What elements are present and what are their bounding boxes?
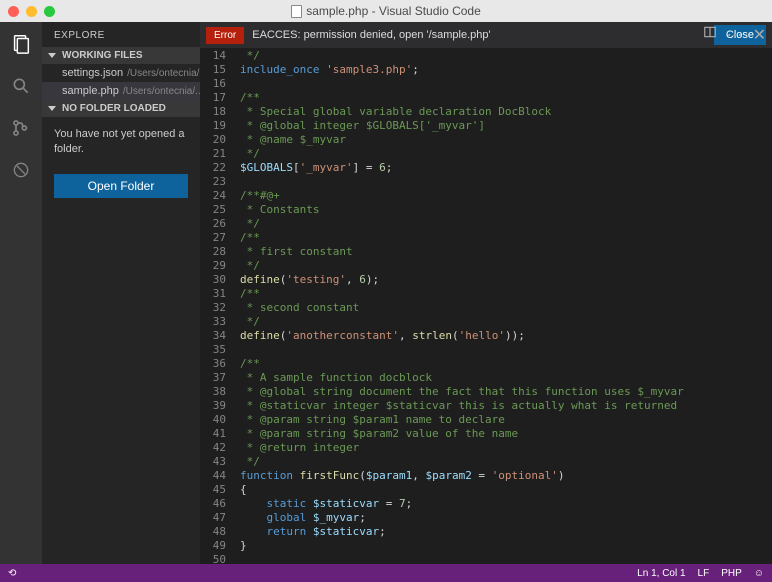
cursor-position[interactable]: Ln 1, Col 1 bbox=[637, 568, 685, 579]
file-icon bbox=[291, 5, 302, 18]
line-gutter: 1415161718192021222324252627282930313233… bbox=[200, 48, 240, 564]
feedback-icon[interactable]: ☺ bbox=[754, 568, 764, 579]
eol-indicator[interactable]: LF bbox=[698, 568, 710, 579]
close-editor-icon[interactable]: ✕ bbox=[753, 25, 766, 45]
code-area[interactable]: 1415161718192021222324252627282930313233… bbox=[200, 48, 772, 564]
chevron-down-icon bbox=[48, 106, 56, 111]
status-bar: ⟲ Ln 1, Col 1 LF PHP ☺ bbox=[0, 564, 772, 582]
no-folder-message: You have not yet opened a folder. bbox=[42, 117, 200, 168]
notification-bar: Error EACCES: permission denied, open '/… bbox=[200, 22, 772, 48]
split-editor-icon[interactable] bbox=[703, 25, 717, 45]
code-content[interactable]: */include_once 'sample3.php';/** * Speci… bbox=[240, 48, 772, 564]
titlebar: sample.php - Visual Studio Code bbox=[0, 0, 772, 22]
no-folder-header[interactable]: NO FOLDER LOADED bbox=[42, 100, 200, 117]
file-path: /Users/ontecnia/... bbox=[123, 86, 200, 97]
sync-icon[interactable]: ⟲ bbox=[8, 568, 16, 579]
debug-icon[interactable] bbox=[9, 158, 33, 182]
search-icon[interactable] bbox=[9, 74, 33, 98]
file-path: /Users/ontecnia/... bbox=[127, 68, 200, 79]
file-name: settings.json bbox=[62, 67, 123, 79]
open-folder-button[interactable]: Open Folder bbox=[54, 174, 188, 198]
window-title: sample.php - Visual Studio Code bbox=[306, 4, 481, 18]
chevron-down-icon bbox=[48, 53, 56, 58]
explorer-icon[interactable] bbox=[9, 32, 33, 56]
git-icon[interactable] bbox=[9, 116, 33, 140]
file-name: sample.php bbox=[62, 85, 119, 97]
notification-message: EACCES: permission denied, open '/sample… bbox=[252, 29, 490, 41]
working-files-header[interactable]: WORKING FILES bbox=[42, 47, 200, 64]
language-mode[interactable]: PHP bbox=[721, 568, 742, 579]
more-icon[interactable]: ⋯ bbox=[727, 25, 743, 45]
sidebar-header: EXPLORE bbox=[42, 22, 200, 47]
sidebar: EXPLORE WORKING FILES settings.json/User… bbox=[42, 22, 200, 564]
working-file[interactable]: settings.json/Users/ontecnia/... bbox=[42, 64, 200, 82]
editor-actions: ⋯ ✕ bbox=[703, 25, 766, 45]
error-tag: Error bbox=[206, 27, 244, 44]
working-file[interactable]: sample.php/Users/ontecnia/... bbox=[42, 82, 200, 100]
editor: Error EACCES: permission denied, open '/… bbox=[200, 22, 772, 564]
activity-bar bbox=[0, 22, 42, 564]
